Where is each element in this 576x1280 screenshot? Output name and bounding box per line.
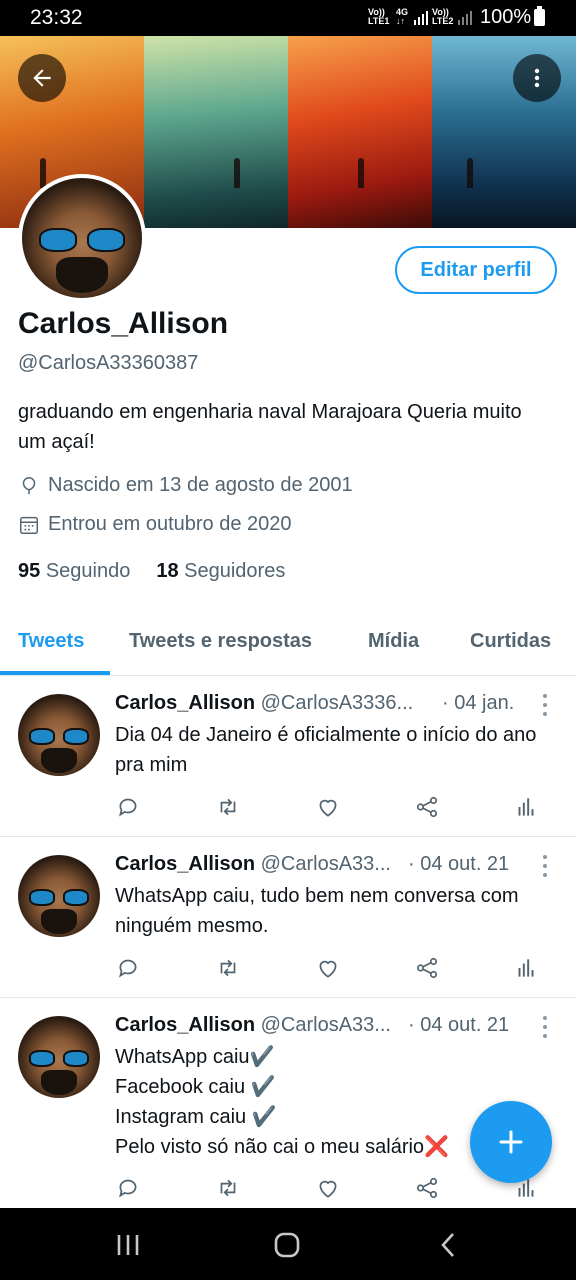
more-options-button[interactable] — [513, 54, 561, 102]
joined-text: Entrou em outubro de 2020 — [48, 513, 292, 535]
reply-icon[interactable] — [115, 794, 141, 820]
tweet-more-button[interactable] — [538, 1016, 552, 1038]
banner-panel-forest — [144, 36, 288, 228]
banner-panel-lava — [288, 36, 432, 228]
sim1-bottom-label: LTE1 — [368, 16, 390, 26]
tweet-text: WhatsApp caiu, tudo bem nem conversa com… — [115, 885, 519, 937]
tweet-date: · 04 jan. — [442, 692, 515, 714]
tab-tweets-replies[interactable]: Tweets e respostas — [129, 630, 312, 653]
network-activity-label: ↓↑ — [396, 16, 405, 26]
like-icon[interactable] — [315, 1175, 341, 1201]
reply-icon[interactable] — [115, 1175, 141, 1201]
birthday-text: Nascido em 13 de agosto de 2001 — [48, 474, 353, 496]
tweet-actions — [115, 955, 545, 981]
share-icon[interactable] — [414, 794, 440, 820]
like-icon[interactable] — [315, 955, 341, 981]
like-icon[interactable] — [315, 794, 341, 820]
tweet-author-handle: @CarlosA33... — [260, 1014, 391, 1036]
tweet-author-name[interactable]: Carlos_Allison — [115, 692, 255, 714]
retweet-icon[interactable] — [215, 794, 241, 820]
tweet-avatar[interactable] — [18, 694, 100, 776]
tweet-author-name[interactable]: Carlos_Allison — [115, 1014, 255, 1036]
sim2-bottom-label: LTE2 — [432, 16, 454, 26]
following-label: Seguindo — [45, 560, 131, 582]
tweet-text: Dia 04 de Janeiro é oficialmente o iníci… — [115, 724, 537, 776]
tweet-author-handle: @CarlosA3336... — [260, 692, 414, 714]
edit-profile-button[interactable]: Editar perfil — [395, 246, 557, 294]
tweet-date: · 04 out. 21 — [408, 1014, 510, 1036]
compose-tweet-button[interactable] — [470, 1101, 552, 1183]
following-link[interactable]: 95 Seguindo — [18, 560, 130, 583]
follow-stats: 95 Seguindo 18 Seguidores — [18, 560, 285, 583]
back-icon[interactable] — [434, 1230, 464, 1260]
tweet-author-handle: @CarlosA33... — [260, 853, 391, 875]
tweet-item[interactable]: Carlos_Allison @CarlosA3336... · 04 jan.… — [0, 676, 576, 837]
profile-bio: graduando em engenharia naval Marajoara … — [18, 401, 522, 453]
system-nav-bar — [0, 1208, 576, 1280]
home-icon[interactable] — [272, 1230, 302, 1260]
more-vertical-icon — [534, 68, 540, 88]
retweet-icon[interactable] — [215, 955, 241, 981]
tweet-item[interactable]: Carlos_Allison @CarlosA33... · 04 out. 2… — [0, 837, 576, 998]
network-type-indicator: 4G ↓↑ — [396, 8, 408, 26]
tweet-actions — [115, 1175, 545, 1201]
share-icon[interactable] — [414, 955, 440, 981]
recents-icon[interactable] — [113, 1230, 143, 1260]
sim1-indicator: Vo)) LTE1 — [368, 8, 389, 26]
battery-percent: 100% — [480, 6, 532, 28]
tweet-avatar[interactable] — [18, 1016, 100, 1098]
active-tab-indicator — [0, 671, 110, 675]
tweet-more-button[interactable] — [538, 855, 552, 877]
profile-handle: @CarlosA33360387 — [18, 352, 199, 374]
analytics-icon[interactable] — [513, 955, 539, 981]
tab-tweets[interactable]: Tweets — [18, 630, 84, 653]
calendar-icon — [20, 516, 38, 534]
tweet-more-button[interactable] — [538, 694, 552, 716]
status-time: 23:32 — [30, 6, 83, 29]
joined-row: Entrou em outubro de 2020 — [18, 513, 292, 536]
followers-link[interactable]: 18 Seguidores — [156, 560, 285, 583]
compose-plus-icon — [499, 1130, 523, 1154]
balloon-icon — [22, 476, 36, 494]
followers-count: 18 — [156, 560, 179, 582]
arrow-left-icon — [33, 69, 51, 87]
status-bar: 23:32 Vo)) LTE1 4G ↓↑ Vo)) LTE2 100% — [0, 0, 576, 36]
tab-media[interactable]: Mídia — [368, 630, 419, 653]
following-count: 95 — [18, 560, 41, 582]
share-icon[interactable] — [414, 1175, 440, 1201]
signal-bars-1-icon — [414, 11, 428, 25]
sim2-indicator: Vo)) LTE2 — [432, 8, 453, 26]
tweet-date: · 04 out. 21 — [408, 853, 510, 875]
tweet-author-name[interactable]: Carlos_Allison — [115, 853, 255, 875]
tab-likes[interactable]: Curtidas — [470, 630, 551, 653]
back-button[interactable] — [18, 54, 66, 102]
followers-label: Seguidores — [184, 560, 286, 582]
profile-tabs: Tweets Tweets e respostas Mídia Curtidas — [0, 620, 576, 676]
battery-icon — [534, 6, 545, 26]
analytics-icon[interactable] — [513, 794, 539, 820]
profile-avatar[interactable] — [18, 174, 146, 302]
birthday-row: Nascido em 13 de agosto de 2001 — [18, 474, 353, 497]
tweet-avatar[interactable] — [18, 855, 100, 937]
retweet-icon[interactable] — [215, 1175, 241, 1201]
signal-bars-2-icon — [458, 11, 472, 25]
tweet-actions — [115, 794, 545, 820]
profile-name: Carlos_Allison — [18, 307, 229, 340]
reply-icon[interactable] — [115, 955, 141, 981]
